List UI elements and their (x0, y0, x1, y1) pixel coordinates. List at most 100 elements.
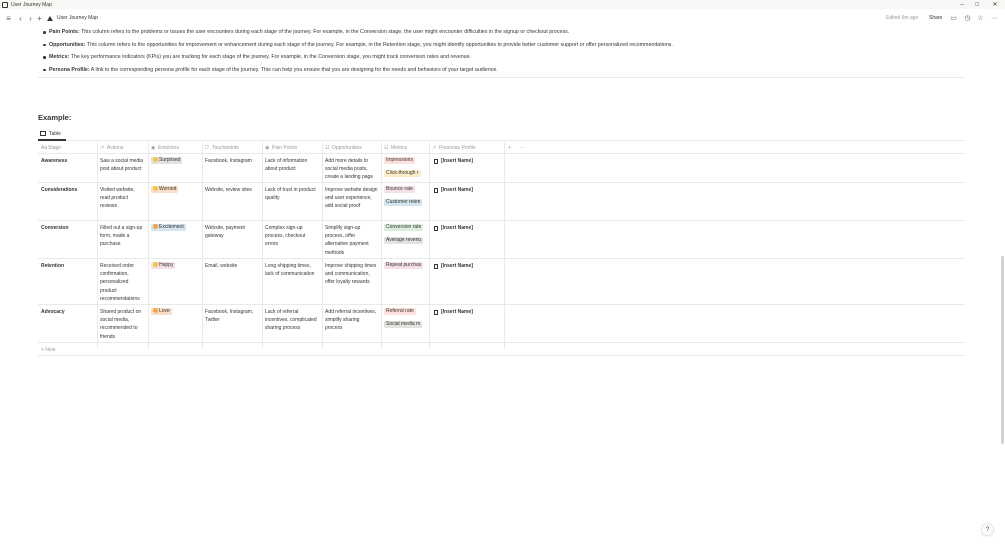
table-row[interactable]: Conversion Filled out a sign-up form, mad… (38, 221, 965, 259)
metric-tag: Click-through r (384, 170, 421, 178)
maximize-icon[interactable]: □ (970, 0, 984, 9)
stage-cell[interactable]: Awareness (38, 154, 97, 165)
minimize-icon[interactable]: – (955, 0, 969, 9)
persona-cell[interactable]: [Insert Name] (429, 183, 504, 194)
persona-link[interactable]: [Insert Name] (432, 186, 501, 194)
metric-tag: Average revenu (384, 237, 424, 245)
table-row[interactable]: Retention Received order confirmation, pe… (38, 259, 965, 305)
persona-cell[interactable]: [Insert Name] (429, 221, 504, 232)
emotions-cell[interactable]: Happy (148, 259, 202, 275)
emotion-label: Worried (159, 186, 177, 192)
opportunities-cell[interactable]: Simplify sign-up process, offer alternat… (322, 221, 381, 257)
pain-points-cell[interactable]: Long shipping times, lack of communicati… (262, 259, 322, 278)
emotions-cell[interactable]: Surprised (148, 154, 202, 170)
scrollbar[interactable] (1001, 256, 1004, 444)
table-row[interactable]: Awareness Saw a social media post about p… (38, 154, 965, 183)
opportunities-cell[interactable]: Improve website design and user experien… (322, 183, 381, 211)
column-header[interactable]: Aa Stage (38, 142, 97, 154)
emotions-cell[interactable]: Excitement (148, 221, 202, 237)
pain-points-cell[interactable]: Lack of information about product (262, 154, 322, 173)
metrics-cell[interactable]: Repeat purchas (381, 259, 429, 275)
touchpoints-cell[interactable]: Email, website (202, 259, 262, 270)
table-row[interactable]: Considerations Visited website, read prod… (38, 183, 965, 221)
actions-cell[interactable]: Visited website, read product reviews (97, 183, 148, 211)
column-header[interactable]: ◉ Emotions (148, 142, 202, 154)
bullet-label: Persona Profile: (49, 66, 90, 73)
touchpoints-cell[interactable]: Facebook, Instagram, Twitter (202, 305, 262, 324)
column-header[interactable]: ↗ Actions (97, 142, 148, 154)
forward-icon[interactable]: › (26, 12, 35, 24)
actions-cell[interactable]: Received order confirmation, personalize… (97, 259, 148, 303)
column-type-icon: ◉ (265, 145, 270, 151)
persona-link[interactable]: [Insert Name] (432, 157, 501, 165)
metrics-cell[interactable]: Conversion rate Average revenu (381, 221, 429, 250)
pain-points-cell[interactable]: Complex sign-up process, checkout errors (262, 221, 322, 249)
persona-cell[interactable]: [Insert Name] (429, 154, 504, 165)
actions-cell[interactable]: Shared product on social media, recommen… (97, 305, 148, 341)
emotion-tag: Happy (151, 262, 176, 269)
column-type-icon: ☷ (325, 145, 330, 151)
menu-icon[interactable]: ≡ (4, 12, 13, 24)
persona-link[interactable]: [Insert Name] (432, 262, 501, 270)
emotions-cell[interactable]: Love (148, 305, 202, 321)
metrics-cell[interactable]: Bounce rate Customer reten (381, 183, 429, 212)
tab-table-view[interactable]: Table (40, 129, 61, 138)
stage-cell[interactable]: Advocacy (38, 305, 97, 316)
persona-link[interactable]: [Insert Name] (432, 224, 501, 232)
tab-label: Table (49, 130, 61, 137)
opportunities-cell[interactable]: Add referral incentives, simplify sharin… (322, 305, 381, 333)
page-icon (434, 158, 438, 164)
favorite-icon[interactable]: ☆ (976, 12, 985, 24)
emoji-icon (153, 224, 158, 229)
stage-cell[interactable]: Retention (38, 259, 97, 270)
bullet-label: Opportunities: (49, 41, 86, 48)
opportunities-cell[interactable]: Add more details to social media posts, … (322, 154, 381, 182)
persona-cell[interactable]: [Insert Name] (429, 259, 504, 270)
share-button[interactable]: Share (929, 12, 942, 24)
metrics-cell[interactable]: Impressions Click-through r (381, 154, 429, 183)
pain-points-cell[interactable]: Lack of trust in product quality (262, 183, 322, 202)
pain-points-cell[interactable]: Lack of referral incentives, complicated… (262, 305, 322, 333)
column-header[interactable]: ◉ Pain Points (262, 142, 322, 154)
updates-icon[interactable]: ◷ (963, 12, 972, 24)
close-icon[interactable]: ✕ (988, 0, 1002, 9)
column-type-icon: Aa (41, 145, 48, 151)
column-header[interactable]: ☷ Opportunities (322, 142, 381, 154)
back-icon[interactable]: ‹ (16, 12, 25, 24)
section-heading: Example: (38, 113, 72, 122)
touchpoints-cell[interactable]: Facebook, Instagram (202, 154, 262, 165)
more-icon[interactable]: ··· (517, 142, 525, 154)
touchpoints-cell[interactable]: Website, payment gateway (202, 221, 262, 240)
table-body: Awareness Saw a social media post about p… (38, 154, 965, 343)
breadcrumb[interactable]: User Journey Map (47, 12, 98, 24)
window-titlebar: User Journey Map – □ ✕ (0, 0, 1005, 9)
touchpoints-cell[interactable]: Website, review sites (202, 183, 262, 194)
list-item: Persona Profile: A link to the correspon… (41, 64, 971, 77)
emotions-cell[interactable]: Worried (148, 183, 202, 199)
bullet-text: This column refers to the opportunities … (85, 41, 673, 48)
actions-cell[interactable]: Saw a social media post about product (97, 154, 148, 173)
help-button[interactable]: ? (981, 523, 994, 536)
column-header[interactable]: ☷ Metrics (381, 142, 429, 154)
tab-divider (38, 140, 965, 141)
add-icon[interactable]: + (35, 12, 44, 24)
add-column-button[interactable]: + (505, 142, 511, 154)
column-header[interactable]: ⛉ Touchpoints (202, 142, 262, 154)
persona-link[interactable]: [Insert Name] (432, 308, 501, 316)
table-row[interactable]: Advocacy Shared product on social media, … (38, 305, 965, 343)
new-row-button[interactable]: + New (38, 345, 55, 355)
column-divider (381, 142, 382, 349)
metrics-cell[interactable]: Referral rate Social media m (381, 305, 429, 334)
database-table: Aa Stage ↗ Actions ◉ Emotions ⛉ Touchpoints ◉ Pai… (38, 142, 965, 349)
active-tab-indicator (38, 139, 66, 141)
opportunities-cell[interactable]: Improve shipping times and communication… (322, 259, 381, 287)
persona-cell[interactable]: [Insert Name] (429, 305, 504, 316)
column-header[interactable]: ↗ Personas Profile (429, 142, 504, 154)
stage-cell[interactable]: Considerations (38, 183, 97, 194)
more-icon[interactable]: ··· (990, 12, 999, 24)
stage-cell[interactable]: Conversion (38, 221, 97, 232)
actions-cell[interactable]: Filled out a sign-up form, made a purcha… (97, 221, 148, 249)
column-divider (322, 142, 323, 349)
comments-icon[interactable]: ▭ (949, 12, 958, 24)
persona-label: [Insert Name] (441, 225, 473, 231)
